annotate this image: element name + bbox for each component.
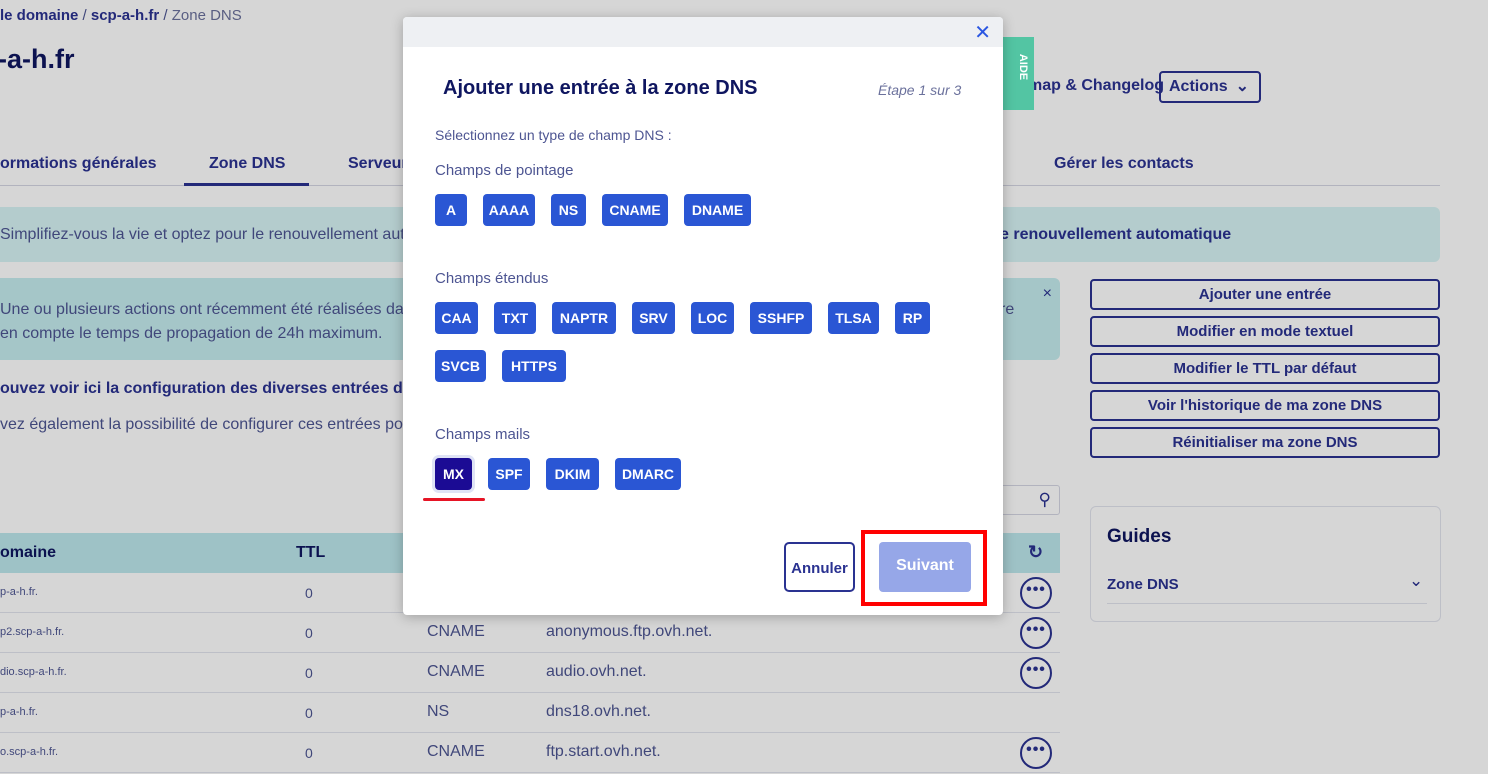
dns-type-ns[interactable]: NS [551,194,586,226]
group-label-extended: Champs étendus [435,270,549,287]
dns-type-naptr[interactable]: NAPTR [552,302,616,334]
group-label-pointing: Champs de pointage [435,162,574,179]
dns-type-cname[interactable]: CNAME [602,194,668,226]
dns-type-mx[interactable]: MX [435,458,472,490]
dns-type-rp[interactable]: RP [895,302,930,334]
dns-type-svcb[interactable]: SVCB [435,350,486,382]
dns-type-https[interactable]: HTTPS [502,350,566,382]
dns-type-dmarc[interactable]: DMARC [615,458,681,490]
modal-top-bar: ✕ [403,17,1003,47]
dns-type-caa[interactable]: CAA [435,302,478,334]
dns-type-tlsa[interactable]: TLSA [828,302,879,334]
cancel-button[interactable]: Annuler [784,542,855,592]
help-tab-label: AIDE [1017,53,1030,81]
modal-prompt: Sélectionnez un type de champ DNS : [435,127,672,143]
modal-title: Ajouter une entrée à la zone DNS [443,77,758,99]
dns-type-spf[interactable]: SPF [488,458,530,490]
dns-type-txt[interactable]: TXT [494,302,536,334]
dns-type-dkim[interactable]: DKIM [546,458,599,490]
dns-type-sshfp[interactable]: SSHFP [750,302,812,334]
group-label-mail: Champs mails [435,426,531,443]
add-dns-entry-modal: ✕ Ajouter une entrée à la zone DNS Étape… [403,17,1003,615]
dns-type-aaaa[interactable]: AAAA [483,194,535,226]
dns-type-dname[interactable]: DNAME [684,194,751,226]
dns-type-a[interactable]: A [435,194,467,226]
annotation-underline [423,498,485,501]
step-indicator: Étape 1 sur 3 [878,82,962,98]
close-icon[interactable]: ✕ [974,20,991,45]
annotation-highlight-box [861,530,987,606]
dns-type-srv[interactable]: SRV [632,302,675,334]
dns-type-loc[interactable]: LOC [691,302,734,334]
help-tab[interactable]: AIDE [1003,37,1034,110]
